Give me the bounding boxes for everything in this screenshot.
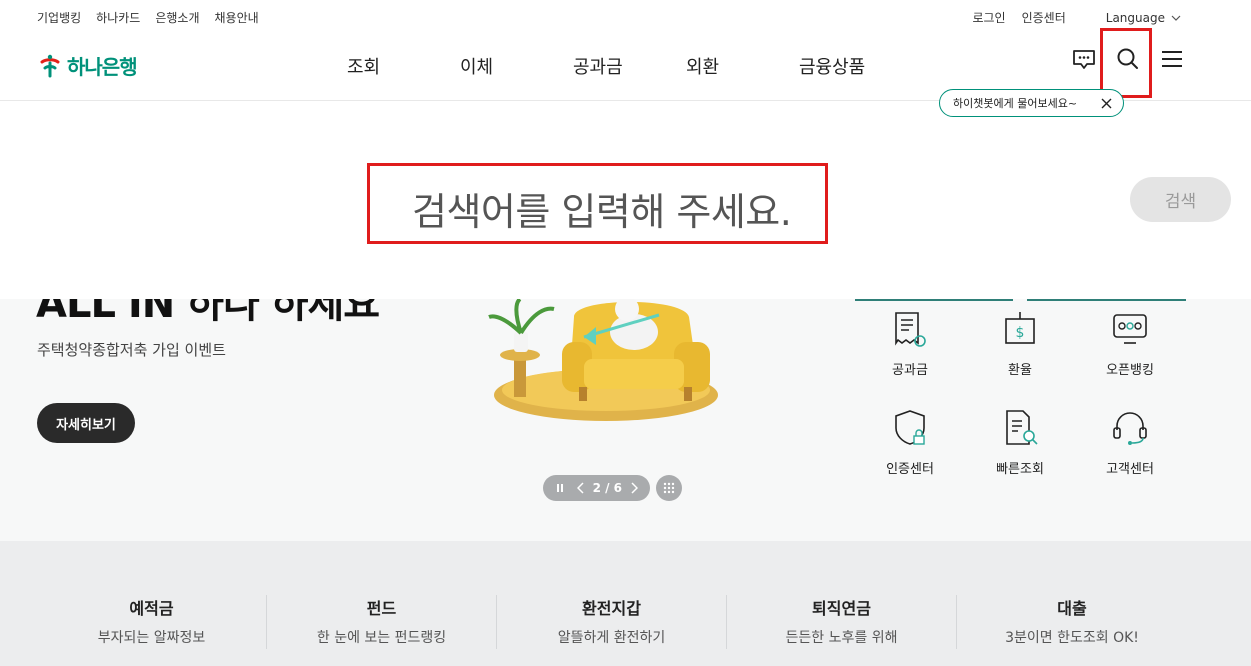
card-pension[interactable]: 퇴직연금 든든한 노후를 위해 [727, 595, 957, 649]
product-cards: 예적금 부자되는 알짜정보 펀드 한 눈에 보는 펀드랭킹 환전지갑 알뜰하게 … [37, 595, 1187, 649]
hamburger-icon [1162, 51, 1182, 67]
card-subtitle: 한 눈에 보는 펀드랭킹 [316, 630, 447, 646]
card-subtitle: 든든한 노후를 위해 [785, 630, 898, 646]
quick-menu: 공과금 $ 환율 오픈뱅킹 인증센터 빠른조회 고객센터 [855, 307, 1186, 477]
carousel-pager: 2 / 6 [543, 475, 650, 501]
card-title: 퇴직연금 [812, 599, 871, 618]
card-title: 환전지갑 [582, 599, 641, 618]
quick-item-customer-center[interactable]: 고객센터 [1075, 406, 1185, 477]
card-subtitle: 알뜰하게 환전하기 [557, 630, 666, 646]
language-selector[interactable]: Language [1106, 9, 1181, 26]
quick-item-label: 고객센터 [1106, 462, 1154, 477]
login-link[interactable]: 로그인 [972, 9, 1005, 26]
card-title: 펀드 [366, 599, 397, 618]
hana-logo-icon [40, 54, 60, 77]
quick-item-open-banking[interactable]: 오픈뱅킹 [1075, 307, 1185, 378]
page: 기업뱅킹 하나카드 은행소개 채용안내 로그인 인증센터 Language 하나… [0, 0, 1251, 666]
chevron-left-icon[interactable] [576, 482, 585, 494]
exchange-rate-icon: $ [1005, 312, 1035, 344]
card-loans[interactable]: 대출 3분이면 한도조회 OK! [957, 595, 1187, 649]
armchair-illustration [488, 299, 718, 421]
main-menu: 조회 이체 공과금 외환 금융상품 [347, 53, 879, 79]
shield-lock-icon [895, 410, 925, 445]
card-title: 대출 [1057, 599, 1087, 618]
logo-text: 하나은행 [67, 55, 138, 79]
quick-menu-divider [855, 299, 1186, 303]
utility-right: 로그인 인증센터 Language [972, 9, 1181, 26]
cert-center-link[interactable]: 인증센터 [1022, 9, 1066, 26]
chat-icon [1073, 50, 1095, 69]
quick-item-label: 인증센터 [886, 462, 934, 477]
util-link-about[interactable]: 은행소개 [155, 9, 199, 26]
document-search-icon [1006, 410, 1038, 445]
menu-transfer[interactable]: 이체 [460, 53, 573, 79]
quick-item-label: 환율 [1008, 363, 1032, 378]
util-link-careers[interactable]: 채용안내 [215, 9, 259, 26]
chevron-right-icon[interactable] [630, 482, 638, 494]
hero-detail-button[interactable]: 자세히보기 [37, 403, 135, 443]
card-funds[interactable]: 펀드 한 눈에 보는 펀드랭킹 [267, 595, 497, 649]
grid-icon [663, 482, 675, 494]
chatbot-bubble-text: 하이챗봇에게 물어보세요~ [953, 97, 1078, 110]
search-submit-button[interactable]: 검색 [1130, 177, 1231, 222]
bottom-section: 예적금 부자되는 알짜정보 펀드 한 눈에 보는 펀드랭킹 환전지갑 알뜰하게 … [0, 541, 1251, 666]
chatbot-button[interactable] [1071, 46, 1097, 72]
language-label: Language [1105, 10, 1165, 25]
quick-item-cert-center[interactable]: 인증센터 [855, 406, 965, 477]
card-title: 예적금 [129, 599, 174, 618]
card-deposits[interactable]: 예적금 부자되는 알짜정보 [37, 595, 267, 649]
bill-icon [895, 312, 926, 347]
hero-banner: ALL IN 하나 하세요 주택청약종합저축 가입 이벤트 자세히보기 2 / … [0, 299, 1251, 541]
carousel-all-button[interactable] [656, 475, 682, 501]
quick-item-label: 공과금 [892, 363, 928, 378]
headset-icon [1113, 412, 1147, 445]
search-button-highlight [1100, 28, 1152, 98]
pager-count: 2 / 6 [592, 481, 622, 495]
menu-foreign-exchange[interactable]: 외환 [686, 53, 799, 79]
chatbot-bubble[interactable]: 하이챗봇에게 물어보세요~ [939, 89, 1124, 117]
quick-item-exchange-rate[interactable]: $ 환율 [965, 307, 1075, 378]
pause-icon[interactable] [555, 483, 565, 493]
util-link-card[interactable]: 하나카드 [96, 9, 140, 26]
hero-title: ALL IN 하나 하세요 [36, 299, 380, 327]
card-subtitle: 부자되는 알짜정보 [97, 630, 206, 646]
quick-item-utility-bills[interactable]: 공과금 [855, 307, 965, 378]
hero-subtitle: 주택청약종합저축 가입 이벤트 [37, 341, 226, 359]
utility-links: 기업뱅킹 하나카드 은행소개 채용안내 [37, 9, 259, 26]
search-input-highlight [367, 163, 828, 244]
logo[interactable]: 하나은행 [37, 51, 138, 80]
pager-controls: 2 / 6 [576, 481, 638, 495]
utility-bar: 기업뱅킹 하나카드 은행소개 채용안내 로그인 인증센터 Language [0, 0, 1251, 32]
util-link-corporate[interactable]: 기업뱅킹 [37, 9, 81, 26]
menu-financial-products[interactable]: 금융상품 [799, 53, 879, 79]
quick-item-label: 오픈뱅킹 [1106, 363, 1154, 378]
close-icon[interactable] [1100, 97, 1113, 110]
chevron-down-icon [1171, 15, 1181, 21]
menu-inquiry[interactable]: 조회 [347, 53, 460, 79]
menu-utility-bills[interactable]: 공과금 [573, 53, 686, 79]
quick-item-quick-inquiry[interactable]: 빠른조회 [965, 406, 1075, 477]
svg-text:$: $ [1016, 325, 1025, 341]
search-layer: 검색어를 입력해 주세요. 검색 [0, 101, 1251, 299]
open-banking-icon [1113, 314, 1147, 344]
quick-item-label: 빠른조회 [996, 462, 1044, 477]
card-fx-wallet[interactable]: 환전지갑 알뜰하게 환전하기 [497, 595, 727, 649]
all-menu-button[interactable] [1159, 46, 1185, 72]
card-subtitle: 3분이면 한도조회 OK! [1005, 630, 1139, 646]
